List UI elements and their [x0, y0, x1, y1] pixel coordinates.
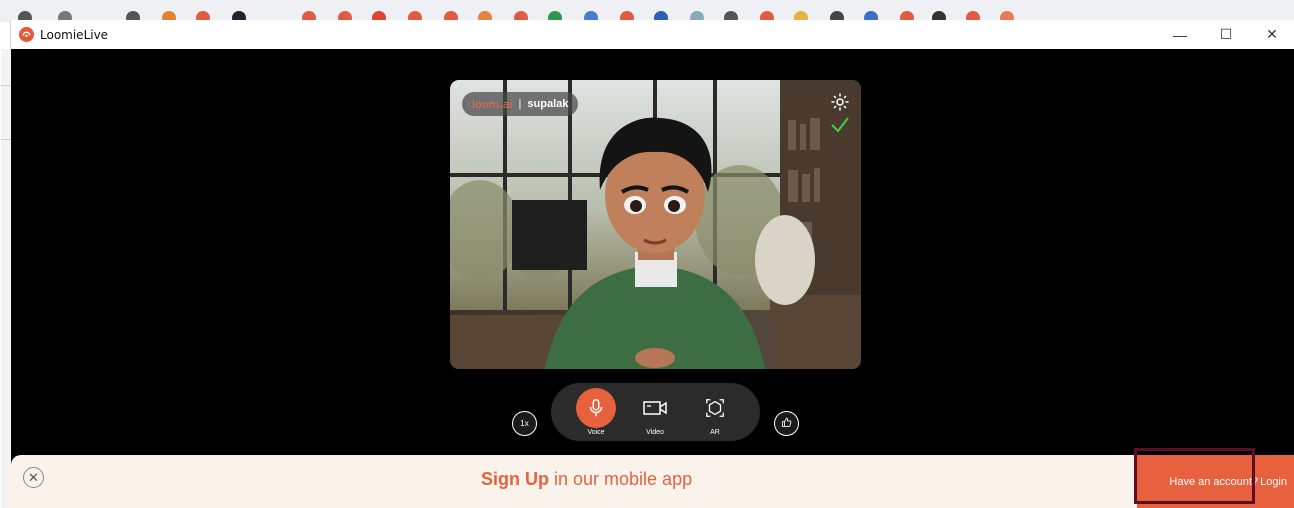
avatar-video-frame[interactable]: loom.ai | supalak	[450, 80, 861, 369]
microphone-icon	[576, 388, 616, 428]
ar-mode-button[interactable]: AR	[690, 383, 740, 441]
gear-icon[interactable]	[830, 92, 850, 112]
video-label: Video	[646, 429, 664, 436]
login-label: Login	[1260, 475, 1287, 488]
checkmark-icon	[830, 116, 850, 134]
banner-close-button[interactable]: ✕	[23, 467, 44, 488]
app-window: LoomieLive — ☐ ✕ loom.ai | supalak 1x Vo…	[1, 20, 1294, 508]
ar-label: AR	[710, 429, 720, 436]
brand-separator: |	[518, 98, 522, 110]
brand-user-pill: loom.ai | supalak	[462, 92, 579, 116]
voice-label: Voice	[587, 429, 605, 436]
maximize-button[interactable]: ☐	[1203, 20, 1249, 49]
signup-message-rest: in our mobile app	[549, 469, 693, 489]
signup-link[interactable]: Sign Up	[481, 469, 549, 489]
video-mode-button[interactable]: Video	[630, 383, 680, 441]
highlight-outline	[1134, 448, 1255, 504]
username-label: supalak	[527, 98, 569, 110]
ar-cube-icon	[695, 388, 735, 428]
thumbs-up-icon	[781, 417, 792, 430]
close-window-button[interactable]: ✕	[1249, 20, 1294, 49]
app-logo-icon	[19, 27, 34, 42]
background-tab-strip	[0, 0, 1294, 22]
mode-controls-bar: Voice Video AR	[551, 383, 760, 441]
voice-mode-button[interactable]: Voice	[571, 383, 621, 441]
avatar-scene-image	[450, 80, 861, 369]
background-window-edge	[1, 49, 11, 508]
window-title: LoomieLive	[40, 27, 109, 42]
speed-button[interactable]: 1x	[512, 411, 537, 436]
title-bar: LoomieLive — ☐ ✕	[11, 20, 1294, 49]
signup-message[interactable]: Sign Up in our mobile app	[481, 469, 692, 490]
like-button[interactable]	[774, 411, 799, 436]
signup-banner: ✕ Sign Up in our mobile app Have an acco…	[11, 455, 1294, 508]
video-camera-icon	[635, 388, 675, 428]
brand-logo-text: loom.ai	[472, 97, 513, 111]
minimize-button[interactable]: —	[1157, 20, 1203, 49]
